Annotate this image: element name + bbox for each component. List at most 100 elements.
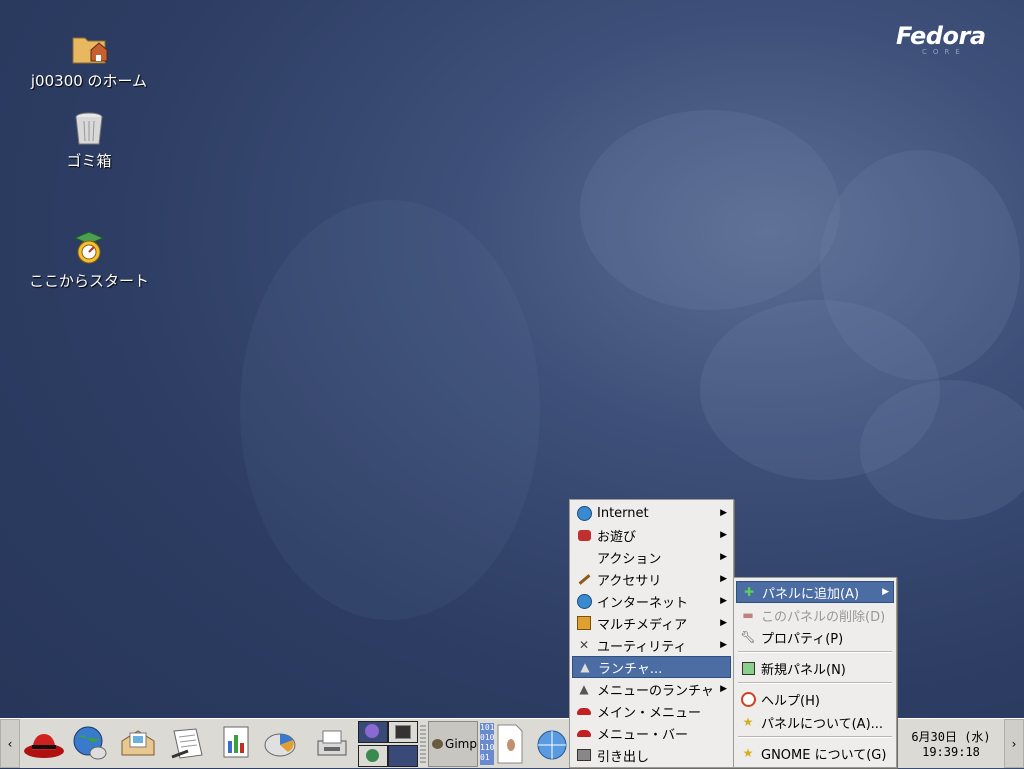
menu-item-help[interactable]: ヘルプ(H)	[736, 688, 894, 710]
start-here-icon	[69, 228, 109, 268]
tools-icon: ✕	[578, 638, 590, 652]
games-icon	[575, 527, 593, 543]
add-icon: ✚	[743, 585, 755, 599]
desktop-icon-label: ここからスタート	[28, 272, 149, 290]
drawer-icon	[575, 747, 593, 763]
new-panel-icon	[739, 660, 757, 676]
email-launcher[interactable]	[116, 721, 160, 765]
workspace-switcher[interactable]	[358, 721, 418, 767]
menu-separator	[738, 682, 892, 684]
globe-icon	[575, 505, 593, 521]
star-icon: ★	[742, 715, 754, 729]
clock-date: 6月30日 (水)	[911, 730, 991, 744]
presentation-icon	[264, 733, 296, 757]
tasklist-handle[interactable]	[420, 725, 426, 763]
menu-item-internet-ja[interactable]: インターネット ▶	[572, 590, 731, 612]
menu-separator	[738, 651, 892, 653]
rocket-icon: ▲	[580, 660, 590, 674]
binary-applet[interactable]: 101 010 110 01	[480, 723, 494, 765]
wallpaper-leaf	[580, 110, 840, 310]
submenu-arrow-icon: ▶	[720, 508, 727, 518]
menu-item-utilities[interactable]: ✕ ユーティリティ ▶	[572, 634, 731, 656]
submenu-arrow-icon: ▶	[882, 587, 889, 597]
task-button-gimp[interactable]: Gimp	[428, 721, 478, 767]
redhat-main-menu-button[interactable]	[22, 721, 66, 765]
wallpaper-leaf	[240, 200, 540, 620]
add-to-panel-menu: Internet ▶ お遊び ▶ アクション ▶ アクセサリ ▶ インターネット…	[569, 499, 734, 768]
remove-icon: ▬	[742, 608, 754, 622]
menu-item-main-menu[interactable]: メイン・メニュー	[572, 700, 731, 722]
panel-hide-left-button[interactable]: ‹	[0, 719, 20, 768]
gnome-foot-icon	[497, 724, 523, 764]
submenu-arrow-icon: ▶	[720, 684, 727, 694]
menu-item-about-gnome[interactable]: ★ GNOME について(G)	[736, 742, 894, 764]
wrench-icon: 🔧︎	[740, 630, 756, 644]
help-icon	[739, 691, 757, 707]
menu-item-menu-launcher[interactable]: ▲ メニューのランチャ ▶	[572, 678, 731, 700]
fedora-core-text: CORE	[922, 48, 966, 56]
gimp-icon	[432, 739, 444, 749]
desktop-icon-label: j00300 のホーム	[30, 72, 148, 90]
trash-icon	[69, 108, 109, 148]
globe-mouse-icon	[73, 726, 107, 760]
home-folder-icon	[69, 28, 109, 68]
redhat-icon	[575, 703, 593, 719]
document-pen-icon	[171, 728, 203, 759]
word-processor-launcher[interactable]	[166, 721, 210, 765]
workspace-4[interactable]	[388, 745, 418, 767]
redhat-icon	[575, 725, 593, 741]
panel-context-menu: ✚ パネルに追加(A) ▶ ▬ このパネルの削除(D) 🔧︎ プロパティ(P) …	[733, 577, 897, 768]
menu-separator	[738, 736, 892, 738]
terminal-icon	[395, 725, 411, 739]
desktop-icon-label: ゴミ箱	[66, 152, 112, 170]
desktop-icon-home[interactable]: j00300 のホーム	[14, 28, 164, 91]
menu-item-properties[interactable]: 🔧︎ プロパティ(P)	[736, 626, 894, 648]
spreadsheet-icon	[223, 726, 249, 758]
wallpaper-leaf	[860, 380, 1024, 520]
presentation-launcher[interactable]	[258, 721, 302, 765]
menu-item-accessories[interactable]: アクセサリ ▶	[572, 568, 731, 590]
desktop-icon-trash[interactable]: ゴミ箱	[14, 108, 164, 171]
menu-item-launcher[interactable]: ▲ ランチャ...	[572, 656, 731, 678]
submenu-arrow-icon: ▶	[720, 618, 727, 628]
rocket-icon: ▲	[579, 682, 589, 696]
workspace-1[interactable]	[358, 721, 388, 743]
binary-icon: 101 010 110 01	[480, 723, 495, 762]
submenu-arrow-icon: ▶	[720, 596, 727, 606]
star-icon: ★	[742, 746, 754, 760]
network-applet[interactable]	[530, 723, 570, 765]
menu-item-actions[interactable]: アクション ▶	[572, 546, 731, 568]
workspace-3[interactable]	[358, 745, 388, 767]
clock-time: 19:39:18	[922, 745, 980, 759]
task-button-label: Gimp	[445, 737, 477, 751]
multimedia-icon	[575, 615, 593, 631]
globe-icon	[575, 593, 593, 609]
menu-item-games[interactable]: お遊び ▶	[572, 524, 731, 546]
web-browser-launcher[interactable]	[68, 721, 112, 765]
desktop-icon-start-here[interactable]: ここからスタート	[14, 228, 164, 291]
spreadsheet-launcher[interactable]	[214, 721, 258, 765]
submenu-arrow-icon: ▶	[720, 530, 727, 540]
submenu-arrow-icon: ▶	[720, 640, 727, 650]
panel-hide-right-button[interactable]: ›	[1004, 719, 1024, 768]
print-manager-launcher[interactable]	[310, 721, 354, 765]
fedora-logo: Fedora	[896, 22, 986, 50]
menu-item-menu-bar[interactable]: メニュー・バー	[572, 722, 731, 744]
menu-item-internet-en[interactable]: Internet ▶	[572, 502, 731, 524]
redhat-icon	[24, 734, 64, 758]
menu-item-new-panel[interactable]: 新規パネル(N)	[736, 657, 894, 679]
brush-icon	[575, 571, 593, 587]
network-globe-icon	[537, 730, 567, 760]
emacs-icon	[365, 724, 379, 738]
gnome-help-applet[interactable]	[494, 723, 526, 765]
menu-item-multimedia[interactable]: マルチメディア ▶	[572, 612, 731, 634]
submenu-arrow-icon: ▶	[720, 552, 727, 562]
blank-icon	[575, 549, 593, 565]
menu-item-drawer[interactable]: 引き出し	[572, 744, 731, 766]
menu-item-delete-panel[interactable]: ▬ このパネルの削除(D)	[736, 604, 894, 626]
menu-item-about-panel[interactable]: ★ パネルについて(A)...	[736, 711, 894, 733]
panel-clock[interactable]: 6月30日 (水) 19:39:18	[908, 730, 994, 760]
printer-icon	[317, 730, 347, 756]
workspace-2[interactable]	[388, 721, 418, 743]
menu-item-add-to-panel[interactable]: ✚ パネルに追加(A) ▶	[736, 581, 894, 603]
